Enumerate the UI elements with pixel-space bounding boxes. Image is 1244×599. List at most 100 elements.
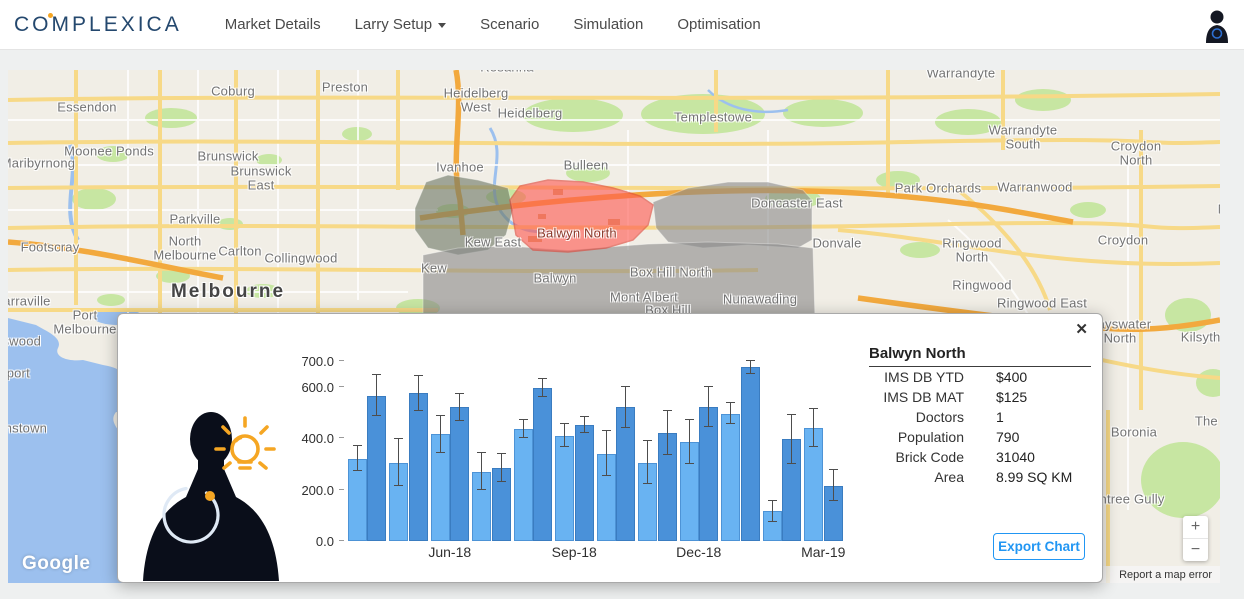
error-bar-cap [726,423,735,424]
x-axis-label: Dec-18 [676,544,721,560]
logo-text: C [14,13,32,36]
error-bar-cap [787,414,796,415]
error-bar-cap [519,437,528,438]
nav-market-details[interactable]: Market Details [208,0,338,49]
error-bar-cap [809,446,818,447]
info-label: Brick Code [869,449,964,465]
error-bar [625,387,626,428]
error-bar [564,424,565,448]
error-bar-cap [829,469,838,470]
y-axis-tick [339,386,344,387]
dark-blue-series-bar [450,407,469,541]
error-bar-cap [621,386,630,387]
dark-blue-series-bar [699,407,718,541]
export-chart-button[interactable]: Export Chart [993,533,1085,560]
nav-label: Scenario [480,16,539,33]
complexica-logo[interactable]: COMPLEXICA [14,13,182,37]
nav-label: Optimisation [677,16,760,33]
info-label: IMS DB YTD [869,369,964,385]
info-value: $400 [996,369,1027,385]
error-bar-cap [455,420,464,421]
info-label: Doctors [869,409,964,425]
error-bar-cap [436,452,445,453]
info-label: Population [869,429,964,445]
y-axis-label: 200.0 [274,483,334,498]
error-bar [772,501,773,522]
dark-blue-series-bar [575,425,594,541]
top-navbar: COMPLEXICA Market Details Larry Setup Sc… [0,0,1244,50]
logo-o-orange-dot: O [32,13,51,36]
error-bar [440,416,441,454]
error-bar-cap [746,373,755,374]
nav-simulation[interactable]: Simulation [556,0,660,49]
error-bar-cap [455,393,464,394]
error-bar [542,379,543,398]
error-bar [418,376,419,411]
error-bar-cap [685,419,694,420]
error-bar-cap [829,500,838,501]
light-blue-series-bar [555,436,574,541]
info-row: Population 790 [869,427,1091,447]
light-blue-series-bar [514,429,533,541]
user-avatar-icon[interactable] [1204,9,1230,43]
info-label: Area [869,469,964,485]
error-bar-cap [746,360,755,361]
info-value: 790 [996,429,1019,445]
nav-label: Market Details [225,16,321,33]
x-axis-label: Jun-18 [428,544,471,560]
info-value: 1 [996,409,1004,425]
larry-silhouette-illustration [138,409,288,581]
y-axis-label: 0.0 [274,534,334,549]
error-bar-cap [580,432,589,433]
error-bar-cap [477,452,486,453]
error-bar-cap [768,521,777,522]
dark-blue-series-bar [741,367,760,541]
chevron-down-icon [438,23,446,28]
error-bar-cap [643,483,652,484]
error-bar [481,453,482,491]
y-axis-label: 700.0 [274,354,334,369]
error-bar-cap [787,463,796,464]
zoom-in-button[interactable]: + [1183,516,1208,539]
sales-bar-chart: 0.0200.0400.0600.0700.0Jun-18Sep-18Dec-1… [346,361,844,541]
error-bar-cap [477,489,486,490]
y-axis-tick [339,489,344,490]
nav-scenario[interactable]: Scenario [463,0,556,49]
error-bar-cap [685,463,694,464]
report-map-error-link[interactable]: Report a map error [1119,569,1212,581]
error-bar-cap [643,440,652,441]
error-bar [647,441,648,485]
error-bar-cap [704,386,713,387]
x-axis-label: Mar-19 [801,544,845,560]
info-row: IMS DB YTD $400 [869,367,1091,387]
error-bar-cap [394,438,403,439]
error-bar-cap [560,446,569,447]
error-bar-cap [353,470,362,471]
y-axis-label: 600.0 [274,380,334,395]
nav-larry-setup[interactable]: Larry Setup [338,0,464,49]
x-axis-label: Sep-18 [552,544,597,560]
close-icon[interactable]: ✕ [1075,322,1088,337]
zoom-out-button[interactable]: − [1183,539,1208,561]
error-bar [357,446,358,471]
error-bar [606,431,607,475]
info-row: Brick Code31040 [869,447,1091,467]
error-bar-cap [602,430,611,431]
info-value: 8.99 SQ KM [996,469,1072,485]
info-label: IMS DB MAT [869,389,964,405]
error-bar [523,420,524,439]
info-row: Area 8.99 SQ KM [869,467,1091,487]
error-bar-cap [726,402,735,403]
info-value: $125 [996,389,1027,405]
info-row: IMS DB MAT $125 [869,387,1091,407]
error-bar [833,470,834,501]
error-bar-cap [394,485,403,486]
nav-label: Simulation [573,16,643,33]
error-bar [689,420,690,464]
orange-dot [205,491,215,501]
error-bar-cap [621,427,630,428]
error-bar-cap [663,410,672,411]
error-bar-cap [414,410,423,411]
nav-optimisation[interactable]: Optimisation [660,0,777,49]
error-bar [708,387,709,427]
